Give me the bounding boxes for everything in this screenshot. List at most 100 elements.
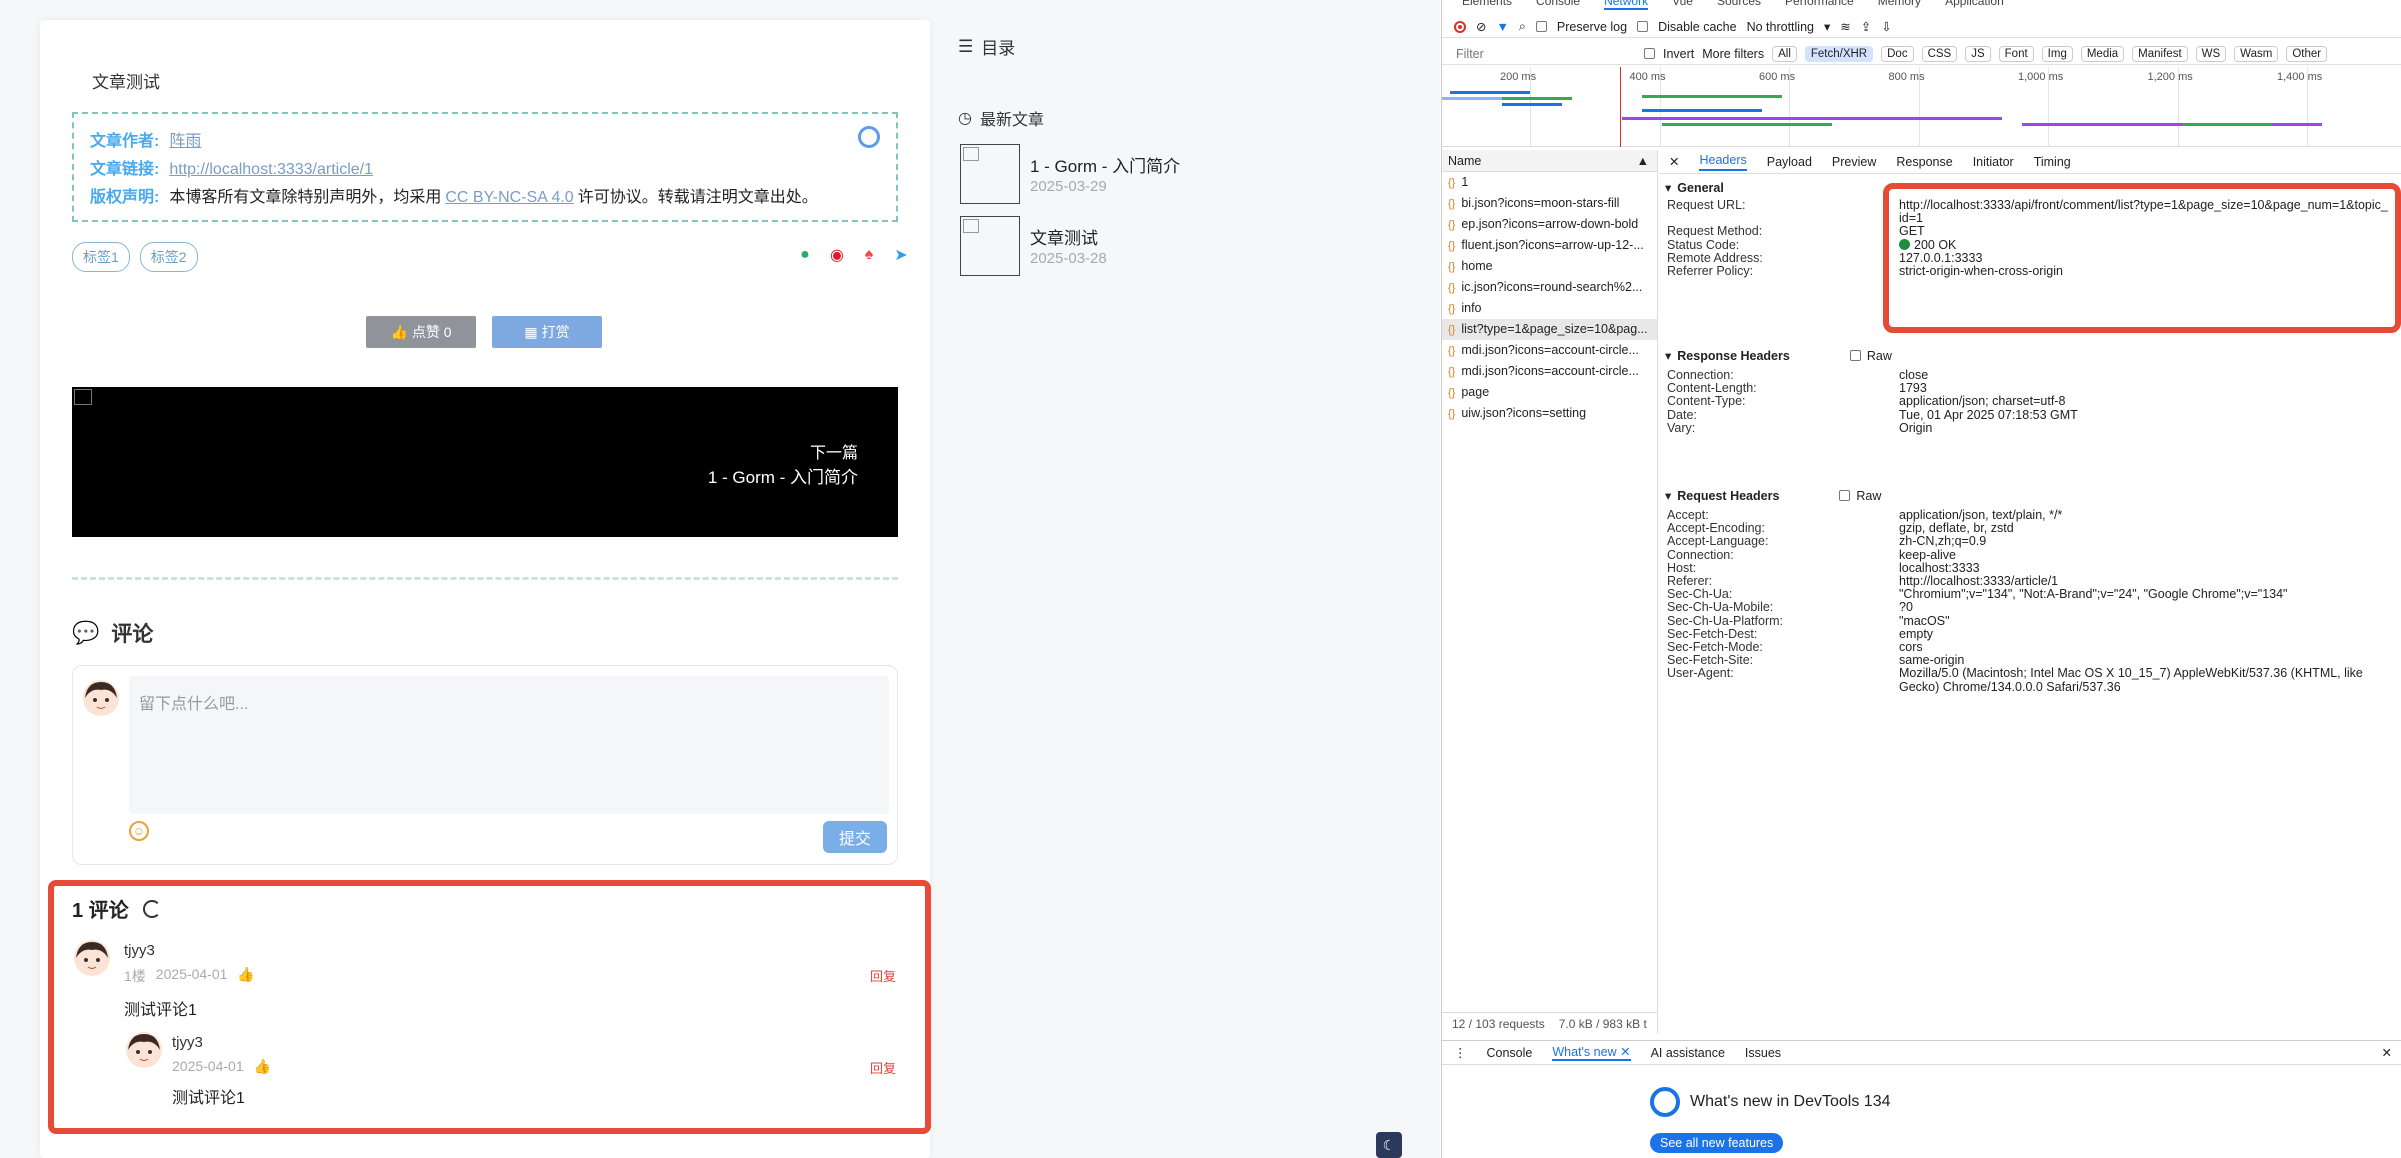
tab-response[interactable]: Response xyxy=(1896,155,1952,169)
header-value[interactable]: ?0 xyxy=(1899,600,2399,614)
request-row[interactable]: {} uiw.json?icons=setting xyxy=(1442,403,1657,424)
request-row[interactable]: {} page xyxy=(1442,382,1657,403)
submit-button[interactable]: 提交 xyxy=(823,821,887,853)
chip-ws[interactable]: WS xyxy=(2195,45,2227,62)
upload-icon[interactable]: ⇪ xyxy=(1861,19,1871,34)
tab-whats-new[interactable]: What's new ✕ xyxy=(1552,1044,1631,1061)
thumbs-up-icon[interactable]: 👍 xyxy=(254,1058,271,1075)
header-value[interactable]: same-origin xyxy=(1899,653,2399,667)
request-row[interactable]: {} home xyxy=(1442,256,1657,277)
header-value[interactable]: "macOS" xyxy=(1899,614,2399,628)
download-icon[interactable]: ⇩ xyxy=(1881,19,1891,34)
request-row[interactable]: {} mdi.json?icons=account-circle... xyxy=(1442,340,1657,361)
tab-headers[interactable]: Headers xyxy=(1699,153,1747,171)
author-link[interactable]: 阵雨 xyxy=(169,128,201,156)
request-row[interactable]: {} bi.json?icons=moon-stars-fill xyxy=(1442,193,1657,214)
request-row[interactable]: {} 1 xyxy=(1442,172,1657,193)
tab-timing[interactable]: Timing xyxy=(2034,155,2071,169)
recent-article[interactable]: 文章测试 2025-03-28 xyxy=(960,216,1260,280)
header-value[interactable]: Gecko) Chrome/134.0.0.0 Safari/537.36 xyxy=(1899,680,2399,694)
tab-drawer-console[interactable]: Console xyxy=(1487,1046,1533,1060)
close-icon[interactable]: ✕ xyxy=(1620,1045,1630,1059)
recent-title[interactable]: 1 - Gorm - 入门简介 xyxy=(1030,152,1180,177)
request-row[interactable]: {} ep.json?icons=arrow-down-bold xyxy=(1442,214,1657,235)
tip-button[interactable]: ▦ 打赏 xyxy=(492,316,602,348)
request-row[interactable]: {} ic.json?icons=round-search%2... xyxy=(1442,277,1657,298)
more-icon[interactable]: ⋮ xyxy=(1454,1045,1467,1060)
next-article-banner[interactable]: 下一篇 1 - Gorm - 入门简介 xyxy=(72,387,898,537)
telegram-icon[interactable]: ➤ xyxy=(892,246,910,264)
thumbs-up-icon[interactable]: 👍 xyxy=(237,966,254,986)
request-headers-section-header[interactable]: ▾ Request Headers Raw xyxy=(1665,488,1881,504)
tab-initiator[interactable]: Initiator xyxy=(1973,155,2014,169)
tag-1[interactable]: 标签1 xyxy=(72,242,130,272)
recent-title[interactable]: 文章测试 xyxy=(1030,224,1098,249)
header-value[interactable]: "Chromium";v="134", "Not:A-Brand";v="24"… xyxy=(1899,587,2399,601)
like-button[interactable]: 👍 点赞 0 xyxy=(366,316,476,348)
request-row[interactable]: {} fluent.json?icons=arrow-up-12-... xyxy=(1442,235,1657,256)
chip-all[interactable]: All xyxy=(1772,45,1797,62)
general-section-header[interactable]: ▾ General xyxy=(1665,180,1724,196)
raw-checkbox[interactable] xyxy=(1849,350,1861,361)
header-value[interactable]: http://localhost:3333/article/1 xyxy=(1899,574,2399,588)
request-row[interactable]: {} mdi.json?icons=account-circle... xyxy=(1442,361,1657,382)
filter-input[interactable]: Filter xyxy=(1456,47,1636,61)
raw-checkbox[interactable] xyxy=(1839,490,1851,501)
tag-2[interactable]: 标签2 xyxy=(139,242,198,272)
chip-js[interactable]: JS xyxy=(1965,45,1991,62)
reply-button[interactable]: 回复 xyxy=(870,1058,896,1077)
filter-icon[interactable]: ▼ xyxy=(1496,20,1508,34)
tab-performance[interactable]: Performance xyxy=(1785,0,1854,10)
header-value[interactable]: application/json, text/plain, */* xyxy=(1899,508,2399,522)
header-value[interactable]: application/json; charset=utf-8 xyxy=(1899,394,2399,408)
header-value[interactable]: close xyxy=(1899,368,2399,382)
reply-button[interactable]: 回复 xyxy=(870,966,896,985)
weibo-icon[interactable]: ◉ xyxy=(828,246,846,264)
dark-mode-toggle-icon[interactable]: ☾ xyxy=(1376,1132,1402,1158)
chip-fetch-xhr[interactable]: Fetch/XHR xyxy=(1804,45,1874,62)
license-link[interactable]: CC BY-NC-SA 4.0 xyxy=(445,184,573,212)
qq-icon[interactable]: ♠ xyxy=(860,246,878,264)
header-value[interactable]: empty xyxy=(1899,627,2399,641)
comment-textarea[interactable]: 留下点什么吧... xyxy=(129,676,889,814)
clear-icon[interactable]: ⊘ xyxy=(1476,19,1486,34)
record-icon[interactable] xyxy=(1454,20,1466,33)
search-icon[interactable]: ⌕ xyxy=(1519,19,1526,34)
article-link[interactable]: http://localhost:3333/article/1 xyxy=(169,156,373,184)
tab-sources[interactable]: Sources xyxy=(1717,0,1761,10)
chip-doc[interactable]: Doc xyxy=(1881,45,1914,62)
close-icon[interactable]: ✕ xyxy=(1669,154,1679,169)
invert-checkbox[interactable] xyxy=(1644,48,1655,59)
request-list-header[interactable]: Name ▲ xyxy=(1442,150,1657,172)
tab-network[interactable]: Network xyxy=(1604,0,1649,10)
chip-other[interactable]: Other xyxy=(2286,45,2328,62)
header-value[interactable]: localhost:3333 xyxy=(1899,561,2399,575)
tab-issues[interactable]: Issues xyxy=(1745,1046,1781,1060)
chip-css[interactable]: CSS xyxy=(1921,45,1958,62)
tab-payload[interactable]: Payload xyxy=(1767,155,1812,169)
chip-img[interactable]: Img xyxy=(2041,45,2073,62)
raw-toggle[interactable]: Raw xyxy=(1849,349,1892,363)
request-row[interactable]: {} info xyxy=(1442,298,1657,319)
header-value[interactable]: zh-CN,zh;q=0.9 xyxy=(1899,534,2399,548)
tab-application[interactable]: Application xyxy=(1945,0,2004,10)
throttling-select[interactable]: No throttling xyxy=(1747,20,1814,34)
tab-elements[interactable]: Elements xyxy=(1462,0,1512,10)
more-filters-button[interactable]: More filters xyxy=(1702,47,1764,61)
close-drawer-icon[interactable]: ✕ xyxy=(2382,1045,2392,1060)
header-value[interactable]: keep-alive xyxy=(1899,548,2399,562)
tab-ai-assistance[interactable]: AI assistance xyxy=(1651,1046,1725,1060)
tab-preview[interactable]: Preview xyxy=(1832,155,1876,169)
header-value[interactable]: 1793 xyxy=(1899,381,2399,395)
tab-console[interactable]: Console xyxy=(1536,0,1580,10)
disable-cache-checkbox[interactable] xyxy=(1637,21,1649,32)
chip-wasm[interactable]: Wasm xyxy=(2234,45,2279,62)
wechat-icon[interactable]: ● xyxy=(796,246,814,264)
header-value[interactable]: Mozilla/5.0 (Macintosh; Intel Mac OS X 1… xyxy=(1899,666,2399,680)
request-row[interactable]: {} list?type=1&page_size=10&pag... xyxy=(1442,319,1657,340)
timeline-overview[interactable]: 200 ms 400 ms 600 ms 800 ms 1,000 ms 1,200 ms… xyxy=(1442,67,2401,147)
recent-article[interactable]: 1 - Gorm - 入门简介 2025-03-29 xyxy=(960,144,1260,208)
tab-memory[interactable]: Memory xyxy=(1878,0,1921,10)
header-value[interactable]: Tue, 01 Apr 2025 07:18:53 GMT xyxy=(1899,408,2399,422)
chip-font[interactable]: Font xyxy=(1998,45,2034,62)
